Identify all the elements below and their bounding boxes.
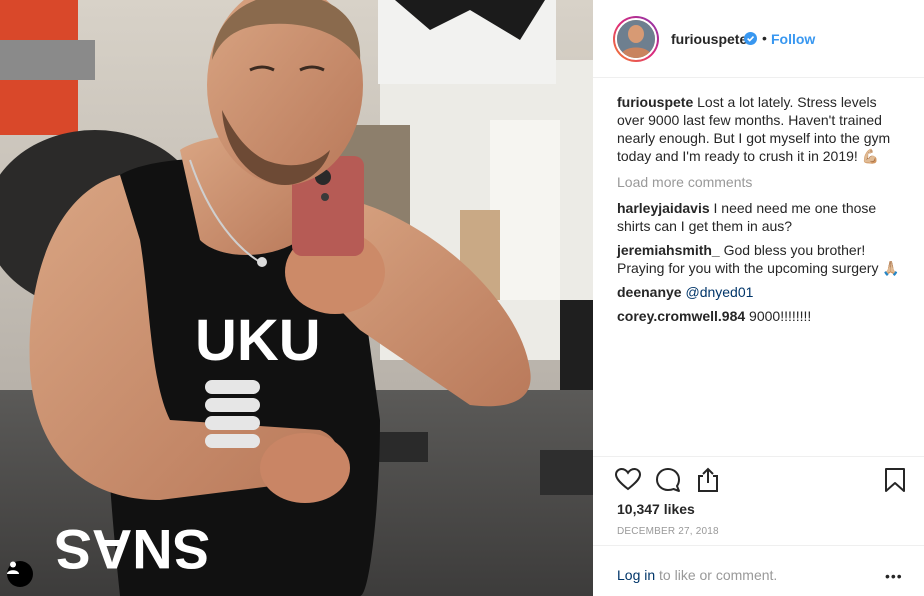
comment-icon[interactable]: [655, 467, 681, 493]
avatar-image: [615, 18, 657, 60]
load-more-comments-button[interactable]: Load more comments: [617, 173, 907, 191]
comment-text: 9000!!!!!!!!: [749, 308, 812, 324]
follow-button[interactable]: Follow: [771, 31, 815, 47]
comment-item: corey.cromwell.984 9000!!!!!!!!: [617, 307, 907, 325]
shirt-text-top: UKU: [195, 308, 321, 373]
login-prompt-text: to like or comment.: [655, 567, 778, 583]
comment-username[interactable]: deenanye: [617, 284, 682, 300]
caption: furiouspete Lost a lot lately. Stress le…: [617, 93, 907, 165]
bookmark-icon[interactable]: [882, 467, 908, 493]
likes-count[interactable]: 10,347 likes: [617, 501, 695, 517]
login-footer: Log in to like or comment. •••: [593, 545, 924, 596]
heart-icon[interactable]: [615, 467, 641, 493]
user-tag-icon: [7, 561, 19, 574]
avatar[interactable]: [613, 16, 659, 62]
login-link[interactable]: Log in: [617, 567, 655, 583]
comment-item: jeremiahsmith_ God bless you brother! Pr…: [617, 241, 907, 277]
header-username[interactable]: furiouspete: [671, 31, 747, 47]
verified-icon: [744, 32, 757, 45]
share-icon[interactable]: [695, 467, 721, 493]
caption-username[interactable]: furiouspete: [617, 94, 693, 110]
post-side-panel: furiouspete • Follow furiouspete Lost a …: [593, 0, 924, 596]
user-tag-button[interactable]: [7, 561, 33, 587]
comment-item: harleyjaidavis I need need me one those …: [617, 199, 907, 235]
comment-username[interactable]: jeremiahsmith_: [617, 242, 720, 258]
more-options-button[interactable]: •••: [885, 568, 903, 584]
post-date: DECEMBER 27, 2018: [617, 526, 719, 537]
login-prompt: Log in to like or comment.: [617, 567, 777, 583]
comment-username[interactable]: corey.cromwell.984: [617, 308, 745, 324]
post-photo[interactable]: UKU SNAS: [0, 0, 593, 596]
action-bar: [593, 456, 924, 500]
comments-list: furiouspete Lost a lot lately. Stress le…: [617, 93, 907, 331]
header-separator: •: [762, 30, 767, 46]
shirt-text-bottom: SNAS: [54, 518, 210, 581]
comment-mention-link[interactable]: @dnyed01: [685, 284, 753, 300]
comment-item: deenanye @dnyed01: [617, 283, 907, 301]
comment-username[interactable]: harleyjaidavis: [617, 200, 710, 216]
post-header: furiouspete • Follow: [593, 0, 924, 78]
gym-selfie-image: UKU SNAS: [0, 0, 593, 596]
